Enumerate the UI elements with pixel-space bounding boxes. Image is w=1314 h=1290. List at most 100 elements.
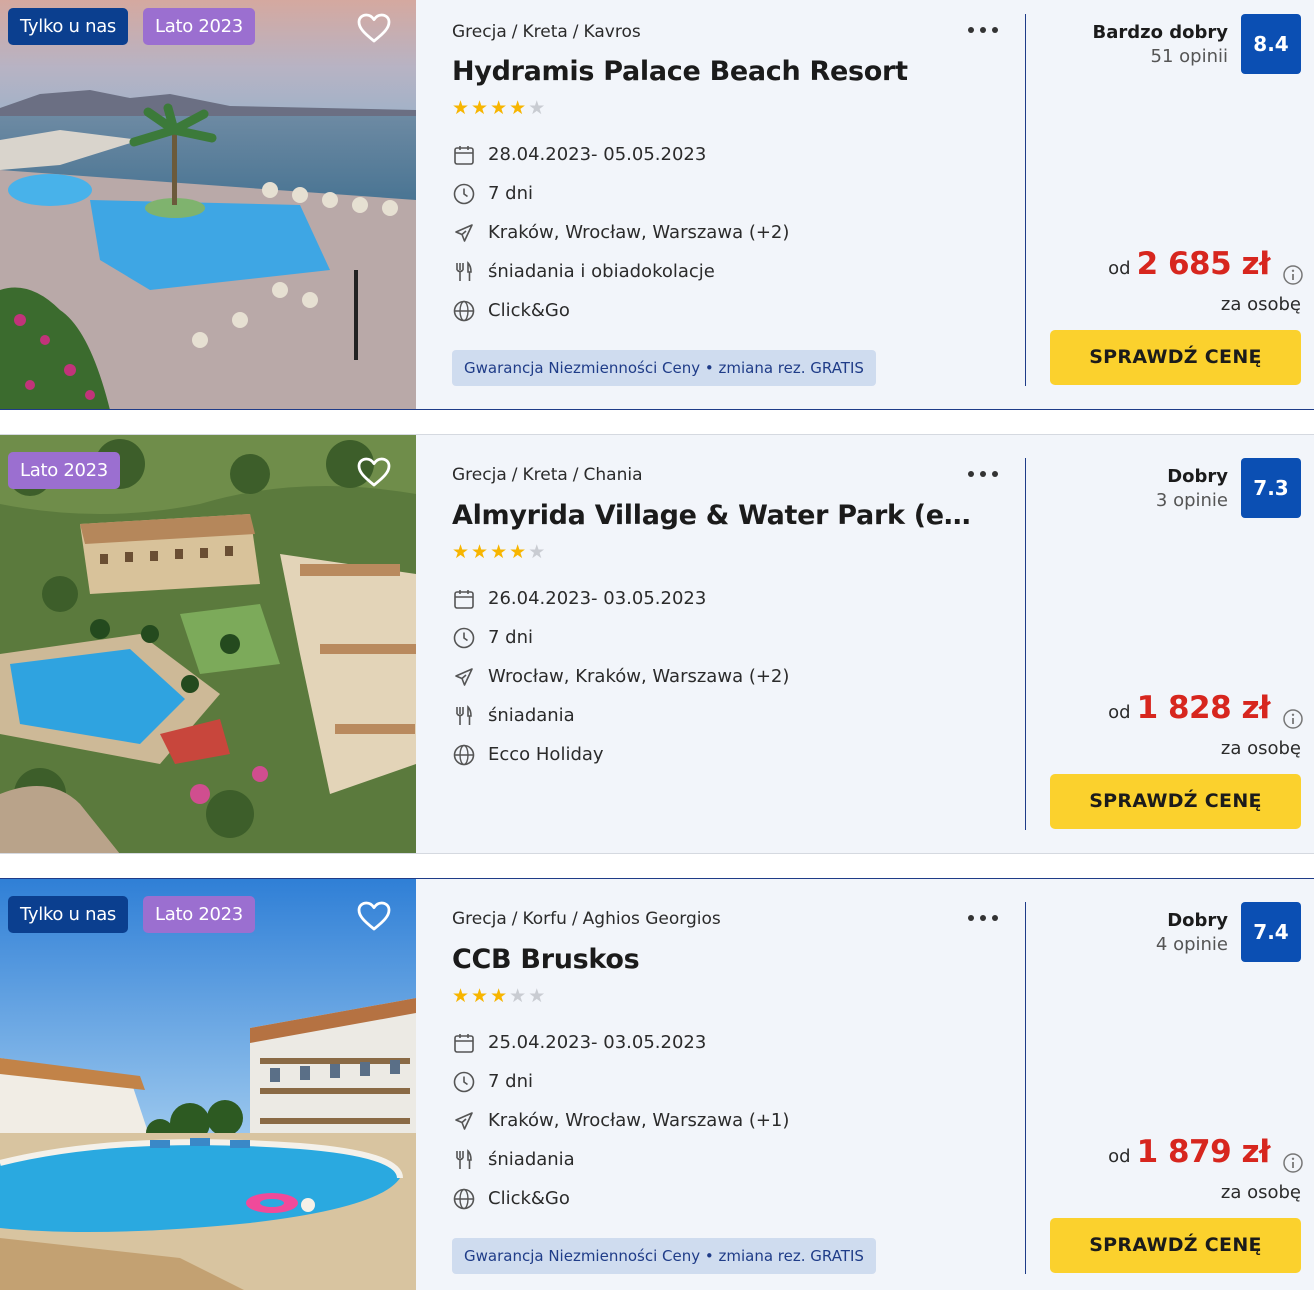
- badge-season: Lato 2023: [143, 896, 255, 933]
- info-icon[interactable]: [1282, 1152, 1304, 1174]
- reviews-count[interactable]: 51 opinii: [1151, 46, 1228, 67]
- breadcrumb-country[interactable]: Grecja: [452, 465, 507, 485]
- hotel-photo[interactable]: Tylko u nas Lato 2023: [0, 0, 416, 410]
- more-dots-icon[interactable]: [968, 468, 998, 480]
- offer-card[interactable]: Lato 2023 Grecja / Kreta / Chania Almyrida V…: [0, 434, 1314, 854]
- star-empty-icon: ★: [528, 985, 546, 1007]
- price-value: 2 685 zł: [1136, 246, 1271, 282]
- dates-text: 25.04.2023- 03.05.2023: [488, 1032, 707, 1053]
- price-value: 1 828 zł: [1136, 690, 1271, 726]
- duration-text: 7 dni: [488, 183, 534, 204]
- divider: [1025, 458, 1026, 830]
- heart-icon[interactable]: [356, 900, 392, 932]
- calendar-icon: [454, 590, 474, 609]
- check-price-button[interactable]: SPRAWDŹ CENĘ: [1050, 1218, 1301, 1273]
- breadcrumb-region[interactable]: Korfu: [522, 909, 566, 929]
- clock-icon: [453, 183, 475, 205]
- duration-text: 7 dni: [488, 1071, 534, 1092]
- breadcrumb-city[interactable]: Kavros: [584, 22, 641, 42]
- check-price-button[interactable]: SPRAWDŹ CENĘ: [1050, 774, 1301, 829]
- departure-text[interactable]: Wrocław, Kraków, Warszawa (+2): [488, 666, 789, 687]
- star-rating: ★ ★ ★ ★ ★: [452, 97, 547, 119]
- more-dots-icon[interactable]: [968, 24, 998, 36]
- check-price-button[interactable]: SPRAWDŹ CENĘ: [1050, 330, 1301, 385]
- clock-icon: [453, 1071, 475, 1093]
- offer-card[interactable]: Tylko u nas Lato 2023 Grecja / Kreta / Kavro…: [0, 0, 1314, 410]
- plane-icon: [455, 224, 473, 242]
- departure-text[interactable]: Kraków, Wrocław, Warszawa (+1): [488, 1110, 789, 1131]
- star-empty-icon: ★: [528, 97, 546, 119]
- divider: [1025, 14, 1026, 386]
- clock-icon: [453, 627, 475, 649]
- offer-card[interactable]: Tylko u nas Lato 2023 Grecja / Korfu / Aghio…: [0, 878, 1314, 1290]
- rating-label: Bardzo dobry: [1092, 22, 1228, 43]
- price-prefix: od: [1108, 258, 1131, 279]
- hotel-name[interactable]: CCB Bruskos: [452, 944, 972, 975]
- breadcrumb-country[interactable]: Grecja: [452, 22, 507, 42]
- price-value: 1 879 zł: [1136, 1134, 1271, 1170]
- price: od 2 685 zł: [1108, 246, 1270, 282]
- plane-icon: [455, 1112, 473, 1130]
- globe-icon: [453, 744, 475, 766]
- hotel-photo[interactable]: Lato 2023: [0, 434, 416, 854]
- dates-text: 28.04.2023- 05.05.2023: [488, 144, 707, 165]
- offer-details: Grecja / Kreta / Chania Almyrida Village & W…: [452, 434, 1012, 854]
- card-border: [0, 853, 1314, 854]
- star-rating: ★ ★ ★ ★ ★: [452, 541, 547, 563]
- breadcrumb: Grecja / Korfu / Aghios Georgios: [452, 909, 721, 929]
- score-badge: 7.3: [1241, 458, 1301, 518]
- score-badge: 7.4: [1241, 902, 1301, 962]
- reviews-count[interactable]: 4 opinie: [1156, 934, 1228, 955]
- price: od 1 879 zł: [1108, 1134, 1270, 1170]
- more-dots-icon[interactable]: [968, 912, 998, 924]
- star-filled-icon: ★: [509, 541, 527, 563]
- board-text: śniadania: [488, 1149, 575, 1170]
- offer-details: Grecja / Kreta / Kavros Hydramis Palace Beac…: [452, 0, 1012, 410]
- calendar-icon: [454, 1034, 474, 1053]
- card-border: [0, 409, 1314, 410]
- price-guarantee-badge: Gwarancja Niezmienności Ceny • zmiana re…: [452, 1238, 876, 1274]
- divider: [1025, 902, 1026, 1274]
- rating-label: Dobry: [1167, 910, 1228, 931]
- reviews-count[interactable]: 3 opinie: [1156, 490, 1228, 511]
- info-icon[interactable]: [1282, 264, 1304, 286]
- breadcrumb-city[interactable]: Chania: [584, 465, 643, 485]
- breadcrumb: Grecja / Kreta / Kavros: [452, 22, 641, 42]
- star-rating: ★ ★ ★ ★ ★: [452, 985, 547, 1007]
- calendar-icon: [454, 146, 474, 165]
- star-empty-icon: ★: [509, 985, 527, 1007]
- hotel-name[interactable]: Hydramis Palace Beach Resort: [452, 56, 972, 87]
- heart-icon[interactable]: [356, 12, 392, 44]
- price: od 1 828 zł: [1108, 690, 1270, 726]
- cutlery-icon: [456, 261, 472, 281]
- info-icon[interactable]: [1282, 708, 1304, 730]
- star-filled-icon: ★: [452, 985, 470, 1007]
- star-filled-icon: ★: [490, 541, 508, 563]
- departure-text[interactable]: Kraków, Wrocław, Warszawa (+2): [488, 222, 789, 243]
- star-filled-icon: ★: [471, 541, 489, 563]
- price-guarantee-badge: Gwarancja Niezmienności Ceny • zmiana re…: [452, 350, 876, 386]
- heart-icon[interactable]: [356, 456, 392, 488]
- star-filled-icon: ★: [471, 985, 489, 1007]
- breadcrumb-region[interactable]: Kreta: [522, 465, 567, 485]
- operator-text: Click&Go: [488, 1188, 570, 1209]
- badge-exclusive: Tylko u nas: [8, 896, 129, 933]
- duration-text: 7 dni: [488, 627, 534, 648]
- star-filled-icon: ★: [452, 541, 470, 563]
- hotel-name[interactable]: Almyrida Village & Water Park (ex. L...: [452, 500, 972, 531]
- star-filled-icon: ★: [490, 97, 508, 119]
- star-filled-icon: ★: [509, 97, 527, 119]
- price-prefix: od: [1108, 1146, 1131, 1167]
- breadcrumb-country[interactable]: Grecja: [452, 909, 507, 929]
- breadcrumb-region[interactable]: Kreta: [522, 22, 567, 42]
- operator-text: Ecco Holiday: [488, 744, 604, 765]
- globe-icon: [453, 300, 475, 322]
- breadcrumb-city[interactable]: Aghios Georgios: [583, 909, 721, 929]
- board-text: śniadania i obiadokolacje: [488, 261, 715, 282]
- operator-text: Click&Go: [488, 300, 570, 321]
- hotel-photo[interactable]: Tylko u nas Lato 2023: [0, 878, 416, 1290]
- offer-details: Grecja / Korfu / Aghios Georgios CCB Bruskos…: [452, 878, 1012, 1290]
- star-filled-icon: ★: [490, 985, 508, 1007]
- price-note: za osobę: [1220, 738, 1301, 759]
- breadcrumb: Grecja / Kreta / Chania: [452, 465, 643, 485]
